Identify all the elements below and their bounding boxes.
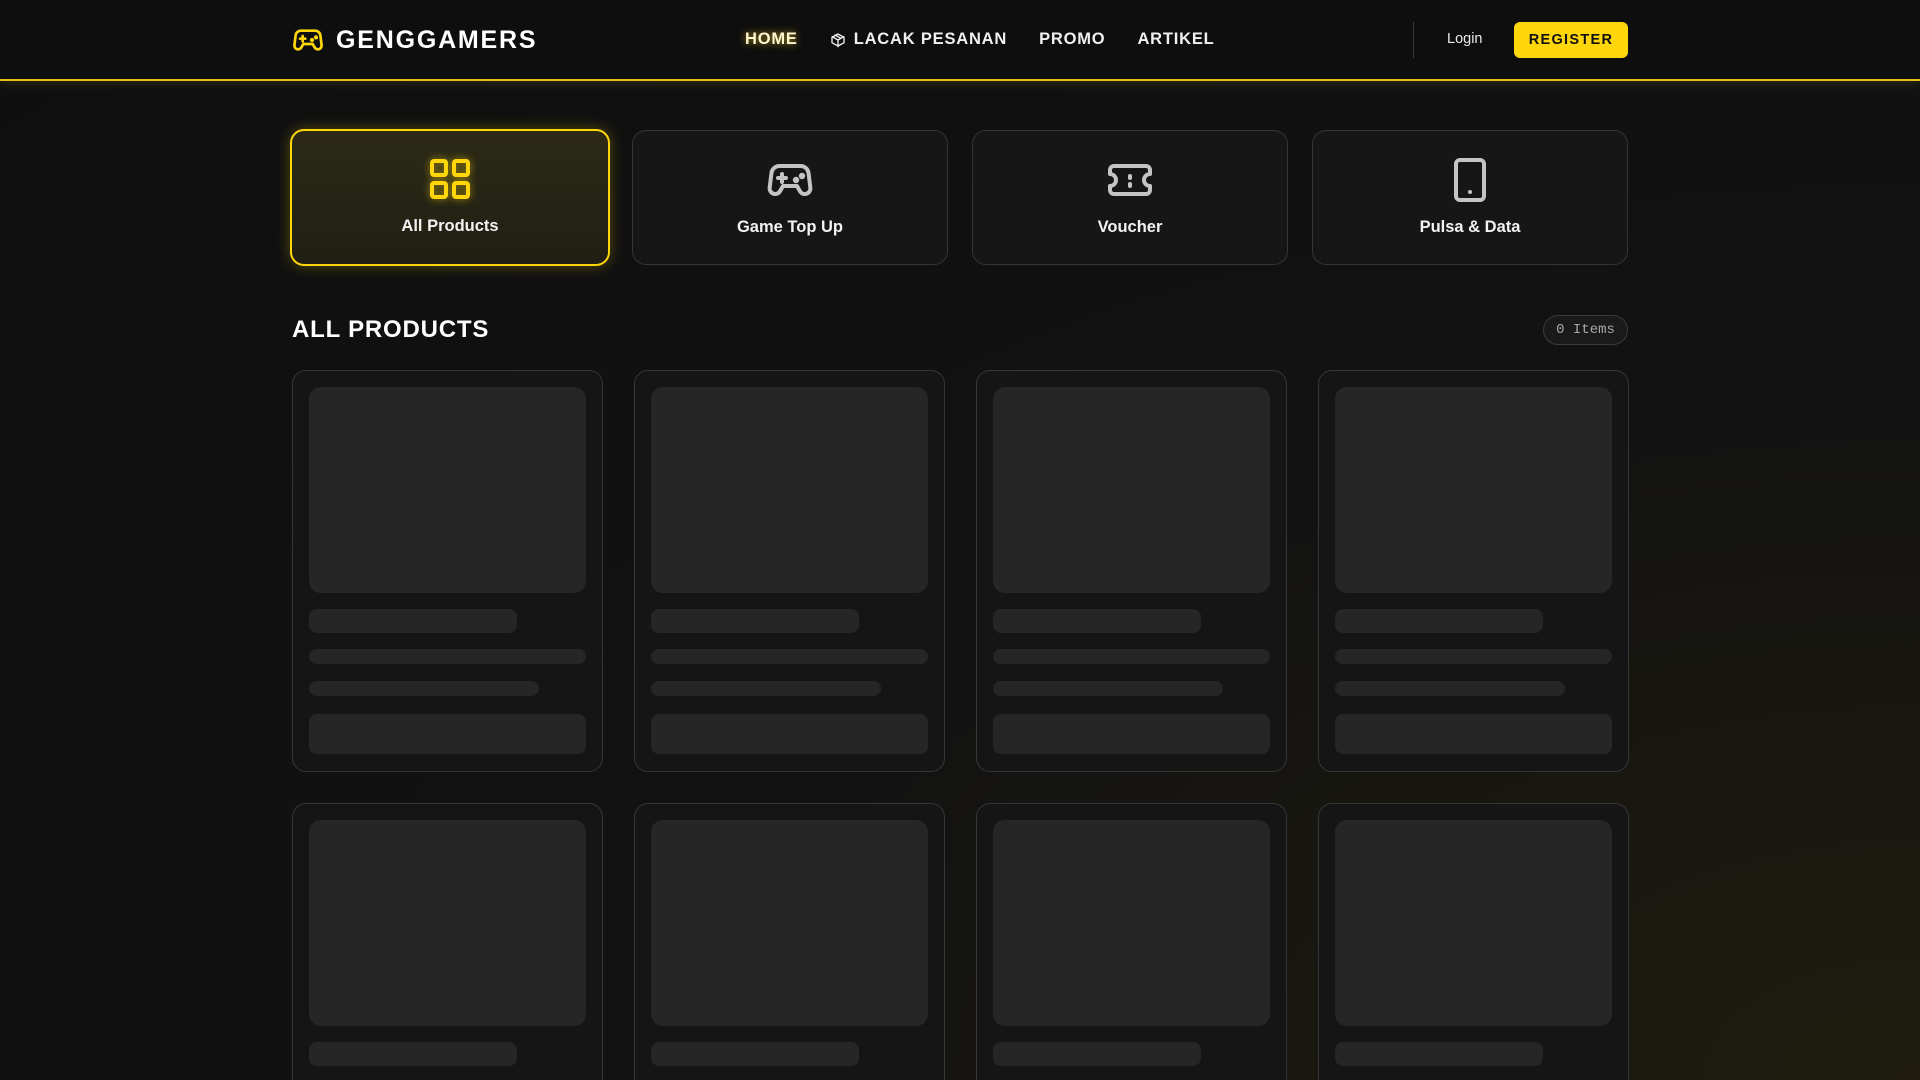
brand-name: GENGGAMERS — [336, 25, 538, 54]
category-label: Voucher — [1097, 218, 1163, 236]
product-card-skeleton — [976, 803, 1287, 1080]
skeleton-image — [309, 387, 586, 593]
skeleton-title — [651, 609, 859, 633]
skeleton-title — [651, 1042, 859, 1066]
category-pulsa-data[interactable]: Pulsa & Data — [1312, 130, 1628, 265]
category-game-top-up[interactable]: Game Top Up — [632, 130, 948, 265]
nav-divider — [1413, 22, 1414, 58]
skeleton-line — [1335, 681, 1565, 696]
register-button[interactable]: REGISTER — [1514, 22, 1628, 58]
skeleton-button — [309, 714, 586, 754]
skeleton-image — [993, 387, 1270, 593]
nav-artikel[interactable]: ARTIKEL — [1137, 30, 1214, 49]
skeleton-line — [309, 681, 539, 696]
product-card-skeleton — [292, 803, 603, 1080]
nav-artikel-label: ARTIKEL — [1137, 30, 1215, 48]
skeleton-image — [1335, 387, 1612, 593]
skeleton-button — [1335, 714, 1612, 754]
top-navbar: GENGGAMERS HOME LACAK PESANAN PROMO ARTI… — [0, 0, 1920, 81]
skeleton-button — [651, 714, 928, 754]
skeleton-title — [1335, 609, 1543, 633]
product-card-skeleton — [1318, 370, 1629, 772]
category-label: Pulsa & Data — [1419, 218, 1521, 236]
category-label: Game Top Up — [736, 218, 844, 236]
skeleton-title — [1335, 1042, 1543, 1066]
nav-lacak-pesanan[interactable]: LACAK PESANAN — [830, 30, 1007, 49]
skeleton-line — [993, 681, 1223, 696]
skeleton-line — [651, 681, 881, 696]
nav-lacak-pesanan-label: LACAK PESANAN — [853, 30, 1008, 48]
category-label: All Products — [401, 217, 499, 235]
package-icon — [831, 32, 845, 47]
login-link[interactable]: Login — [1447, 31, 1482, 47]
skeleton-title — [309, 609, 517, 633]
product-card-skeleton — [976, 370, 1287, 772]
smartphone-icon — [1454, 158, 1486, 202]
skeleton-title — [993, 609, 1201, 633]
skeleton-image — [651, 820, 928, 1026]
grid-icon — [430, 159, 470, 199]
category-all-products[interactable]: All Products — [290, 129, 610, 266]
skeleton-image — [993, 820, 1270, 1026]
category-voucher[interactable]: Voucher — [972, 130, 1288, 265]
product-card-skeleton — [634, 370, 945, 772]
main-nav: HOME LACAK PESANAN PROMO ARTIKEL — [745, 30, 1215, 49]
brand-logo[interactable]: GENGGAMERS — [292, 24, 537, 56]
skeleton-button — [993, 714, 1270, 754]
skeleton-title — [993, 1042, 1201, 1066]
nav-home-label: HOME — [745, 30, 798, 48]
nav-promo[interactable]: PROMO — [1039, 30, 1105, 49]
nav-home[interactable]: HOME — [745, 30, 798, 49]
product-card-skeleton — [1318, 803, 1629, 1080]
section-title: ALL PRODUCTS — [292, 316, 490, 343]
ticket-icon — [1108, 164, 1152, 196]
skeleton-line — [993, 649, 1270, 664]
skeleton-image — [1335, 820, 1612, 1026]
skeleton-line — [651, 649, 928, 664]
gamepad-icon — [293, 29, 323, 51]
items-count-badge: 0 Items — [1543, 315, 1628, 345]
skeleton-line — [1335, 649, 1612, 664]
skeleton-image — [651, 387, 928, 593]
gamepad-icon — [767, 164, 813, 196]
skeleton-image — [309, 820, 586, 1026]
nav-promo-label: PROMO — [1039, 30, 1106, 48]
product-card-skeleton — [634, 803, 945, 1080]
skeleton-title — [309, 1042, 517, 1066]
product-card-skeleton — [292, 370, 603, 772]
skeleton-line — [309, 649, 586, 664]
